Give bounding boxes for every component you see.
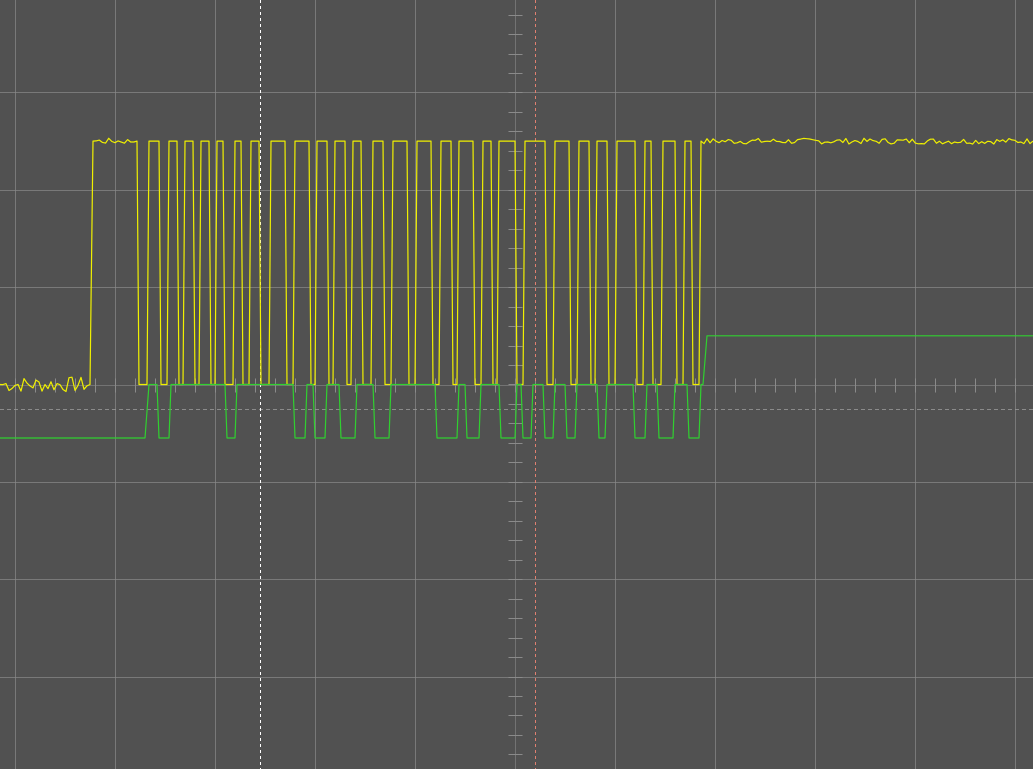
oscilloscope-display xyxy=(0,0,1033,769)
